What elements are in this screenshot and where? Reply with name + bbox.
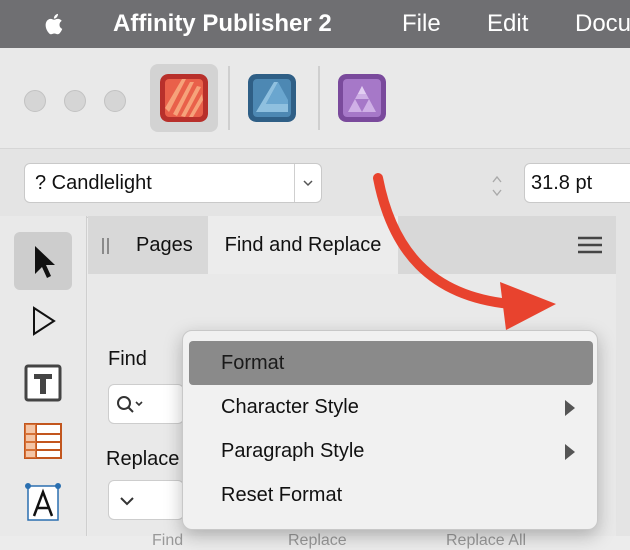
designer-persona-icon [248,74,296,122]
menu-item-label: Reset Format [221,484,343,506]
menu-edit[interactable]: Edit [487,10,528,38]
text-frame-tool-button[interactable] [14,354,72,412]
replace-button[interactable]: Replace [288,532,347,550]
menu-item-label: Format [221,352,285,374]
menu-item-reset-format[interactable]: Reset Format [189,473,593,517]
tab-find-and-replace[interactable]: Find and Replace [208,216,398,274]
move-arrow-icon [35,246,55,278]
artistic-text-icon [25,483,61,521]
artistic-text-tool-button[interactable] [14,472,72,530]
panel-tab-strip: Pages Find and Replace [88,216,616,274]
text-frame-icon [24,364,62,402]
chevron-down-icon[interactable] [119,493,135,509]
close-window-button[interactable] [24,90,46,112]
menu-item-paragraph-style[interactable]: Paragraph Style [189,429,593,473]
find-button[interactable]: Find [152,532,183,550]
tools-panel [0,216,87,536]
node-arrow-icon [33,306,56,336]
menu-item-label: Character Style [221,396,359,418]
photo-persona-icon [338,74,386,122]
minimize-window-button[interactable] [64,90,86,112]
menu-document[interactable]: Docu [575,10,630,38]
search-options-icon[interactable] [115,394,145,416]
menu-file[interactable]: File [402,10,441,38]
font-dropdown-button[interactable] [294,164,321,202]
submenu-arrow-icon [565,400,575,416]
tab-pages[interactable]: Pages [136,216,193,274]
toolbar-separator [318,66,320,130]
panel-grip-icon[interactable] [102,238,110,254]
font-size-field[interactable]: 31.8 pt [524,163,630,203]
font-size-stepper-icon[interactable] [490,173,504,199]
toolbar-separator [228,66,230,130]
font-family-value: ? Candlelight [35,172,152,194]
menu-item-label: Paragraph Style [221,440,365,462]
table-tool-button[interactable] [14,412,72,470]
menu-item-character-style[interactable]: Character Style [189,385,593,429]
chevron-down-icon [303,180,313,187]
designer-persona-button[interactable] [238,64,306,132]
find-input[interactable] [108,384,184,424]
title-bar [0,48,630,148]
move-tool-button[interactable] [14,232,72,290]
right-edge-strip [616,216,630,536]
options-popup-menu: Format Character Style Paragraph Style R… [182,330,598,530]
find-label: Find [108,348,147,370]
photo-persona-button[interactable] [328,64,396,132]
apple-logo-icon[interactable] [40,10,68,38]
table-icon [24,423,62,459]
publisher-persona-icon [160,74,208,122]
panel-menu-icon[interactable] [578,236,602,254]
node-tool-button[interactable] [14,292,72,350]
menu-item-format[interactable]: Format [189,341,593,385]
submenu-arrow-icon [565,444,575,460]
menu-app-name[interactable]: Affinity Publisher 2 [113,10,332,38]
publisher-persona-button[interactable] [150,64,218,132]
panel-action-row: Find Replace Replace All [88,532,616,549]
menu-bar: Affinity Publisher 2 File Edit Docu [0,0,630,48]
context-toolbar: ? Candlelight 31.8 pt [0,148,630,218]
zoom-window-button[interactable] [104,90,126,112]
replace-all-button[interactable]: Replace All [446,532,526,550]
font-family-select[interactable]: ? Candlelight [24,163,322,203]
replace-input[interactable] [108,480,184,520]
font-size-value: 31.8 pt [531,172,593,194]
